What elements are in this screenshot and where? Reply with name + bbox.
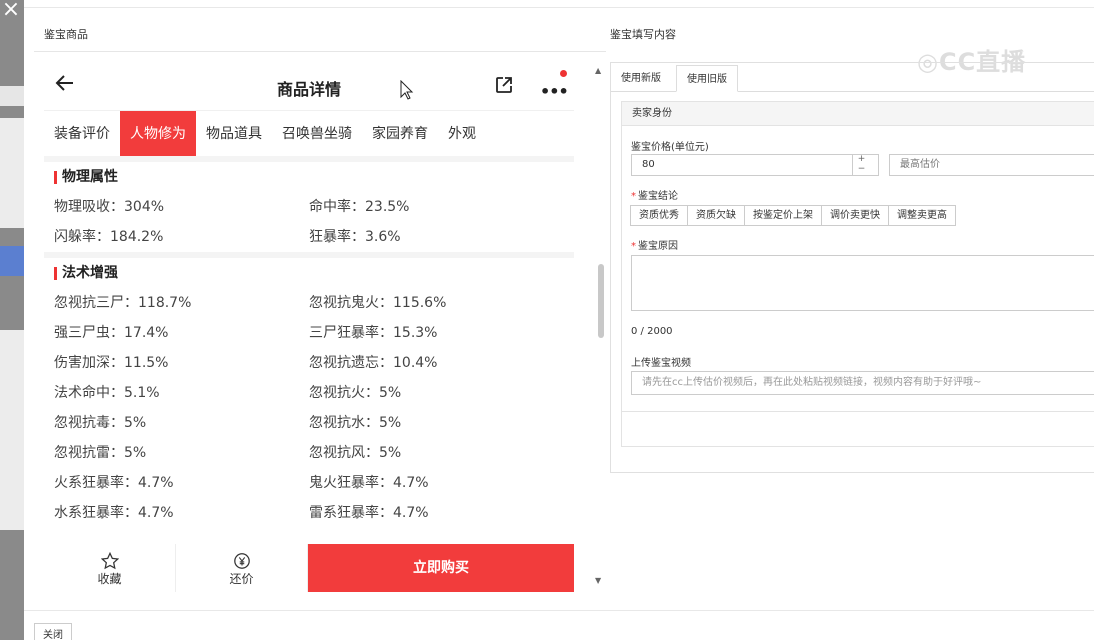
attribute-value: 水系狂暴率：4.7% xyxy=(54,505,174,521)
background-fragment xyxy=(0,86,24,106)
preview-header: 商品详情 ••• xyxy=(44,58,574,114)
mouse-cursor-icon xyxy=(400,80,414,100)
reason-textarea[interactable] xyxy=(631,255,1094,311)
attribute-value: 强三尸虫：17.4% xyxy=(54,325,169,341)
counter-offer-label: 还价 xyxy=(229,572,254,586)
attribute-value: 物理吸收：304% xyxy=(54,199,165,215)
video-label: 上传鉴宝视频 xyxy=(631,358,691,369)
category-tabs: 装备评价 人物修为 物品道具 召唤兽坐骑 家园养育 外观 xyxy=(44,110,574,157)
right-panel-title: 鉴宝填写内容 xyxy=(610,28,676,41)
attribute-row: 忽视抗毒：5% 忽视抗水：5% xyxy=(44,408,574,438)
counter-offer-button[interactable]: 还价 xyxy=(176,544,308,592)
scroll-down-icon[interactable]: ▼ xyxy=(595,576,601,585)
buy-now-button[interactable]: 立即购买 xyxy=(308,544,574,592)
notification-dot xyxy=(560,70,567,77)
share-icon[interactable] xyxy=(494,75,514,95)
attribute-value: 火系狂暴率：4.7% xyxy=(54,475,174,491)
conclusion-option-button[interactable]: 按鉴定价上架 xyxy=(744,205,822,226)
appraisal-form: 使用新版 使用旧版 卖家身份 鉴宝价格(单位元) 80 + − 最高估价 * 鉴宝结… xyxy=(610,62,1094,473)
modal-footer: 关闭 xyxy=(24,610,1094,640)
scroll-up-icon[interactable]: ▲ xyxy=(595,66,601,75)
attribute-value: 忽视抗毒：5% xyxy=(54,415,147,431)
conclusion-option-button[interactable]: 资质欠缺 xyxy=(687,205,745,226)
conclusion-option-button[interactable]: 资质优秀 xyxy=(630,205,688,226)
attribute-row: 伤害加深：11.5% 忽视抗遗忘：10.4% xyxy=(44,348,574,378)
background-fragment xyxy=(0,246,24,276)
section-heading-text: 物理属性 xyxy=(62,169,118,185)
tab-category[interactable]: 人物修为 xyxy=(120,111,196,157)
tab-category[interactable]: 物品道具 xyxy=(196,111,272,157)
attribute-row: 物理吸收：304% 命中率：23.5% xyxy=(44,192,574,222)
tab-category[interactable]: 召唤兽坐骑 xyxy=(272,111,362,157)
more-icon[interactable]: ••• xyxy=(540,82,569,101)
form-version-tabs: 使用新版 使用旧版 xyxy=(611,63,1094,92)
attribute-value: 忽视抗遗忘：10.4% xyxy=(309,355,438,371)
attribute-row: 水系狂暴率：4.7% 雷系狂暴率：4.7% xyxy=(44,498,574,528)
conclusion-label: * 鉴宝结论 xyxy=(631,187,678,202)
price-label: 鉴宝价格(单位元) xyxy=(631,142,709,153)
video-link-input[interactable]: 请先在cc上传估价视频后，再在此处粘贴视频链接，视频内容有助于好评哦~ xyxy=(631,371,1094,395)
attribute-value: 命中率：23.5% xyxy=(309,199,410,215)
section-heading: 物理属性 xyxy=(44,162,574,192)
attribute-row: 火系狂暴率：4.7% 鬼火狂暴率：4.7% xyxy=(44,468,574,498)
appraisal-modal: 鉴宝商品 鉴宝填写内容 商品详情 ••• 装备评价 人物修为 物品道具 召唤兽坐骑 家园… xyxy=(24,0,1094,640)
scrollbar[interactable]: ▲ ▼ xyxy=(595,58,606,598)
background-fragment xyxy=(0,330,24,530)
attribute-row: 忽视抗雷：5% 忽视抗风：5% xyxy=(44,438,574,468)
attribute-value: 闪躲率：184.2% xyxy=(54,229,164,245)
attribute-value: 忽视抗水：5% xyxy=(309,415,402,431)
close-button[interactable]: 关闭 xyxy=(34,623,72,640)
tab-new-version[interactable]: 使用新版 xyxy=(611,65,671,92)
attribute-row: 强三尸虫：17.4% 三尸狂暴率：15.3% xyxy=(44,318,574,348)
background-fragment xyxy=(0,118,24,228)
attribute-value: 伤害加深：11.5% xyxy=(54,355,169,371)
attribute-row: 法术命中：5.1% 忽视抗火：5% xyxy=(44,378,574,408)
tab-category[interactable]: 外观 xyxy=(438,111,486,157)
section-title: 卖家身份 xyxy=(622,102,1094,126)
star-icon xyxy=(100,552,119,570)
max-price-input[interactable]: 最高估价 xyxy=(889,154,1094,176)
attribute-value: 鬼火狂暴率：4.7% xyxy=(309,475,429,491)
conclusion-label-text: 鉴宝结论 xyxy=(638,191,678,202)
attribute-value: 雷系狂暴率：4.7% xyxy=(309,505,429,521)
attributes-content: 物理属性物理吸收：304% 命中率：23.5% 闪躲率：184.2% 狂暴率：3.6%… xyxy=(44,156,574,542)
tab-category[interactable]: 家园养育 xyxy=(362,111,438,157)
conclusion-option-button[interactable]: 调价卖更快 xyxy=(821,205,889,226)
attribute-value: 忽视抗三尸：118.7% xyxy=(54,295,192,311)
overlay-close-icon[interactable]: × xyxy=(0,0,22,22)
conclusion-options: 资质优秀 资质欠缺 按鉴定价上架 调价卖更快 调整卖更高 xyxy=(630,205,956,226)
attribute-value: 狂暴率：3.6% xyxy=(309,229,401,245)
required-mark: * xyxy=(631,191,636,202)
divider xyxy=(622,411,1094,412)
left-panel-title: 鉴宝商品 xyxy=(44,28,88,41)
attribute-row: 闪躲率：184.2% 狂暴率：3.6% xyxy=(44,222,574,252)
tab-category[interactable]: 装备评价 xyxy=(44,111,120,157)
char-counter: 0 / 2000 xyxy=(631,326,673,337)
conclusion-option-button[interactable]: 调整卖更高 xyxy=(888,205,956,226)
yen-coin-icon xyxy=(233,553,250,569)
tab-old-version[interactable]: 使用旧版 xyxy=(676,65,738,92)
section-heading-text: 法术增强 xyxy=(62,265,118,281)
attribute-value: 三尸狂暴率：15.3% xyxy=(309,325,438,341)
scroll-thumb[interactable] xyxy=(598,264,604,338)
price-stepper[interactable]: + − xyxy=(852,154,870,176)
required-mark: * xyxy=(631,241,636,252)
favorite-label: 收藏 xyxy=(97,572,122,586)
attribute-value: 忽视抗鬼火：115.6% xyxy=(309,295,447,311)
product-preview: 商品详情 ••• 装备评价 人物修为 物品道具 召唤兽坐骑 家园养育 外观 物理属性物理吸… xyxy=(44,58,606,598)
attribute-value: 忽视抗火：5% xyxy=(309,385,402,401)
favorite-button[interactable]: 收藏 xyxy=(44,544,176,592)
modal-topbar xyxy=(24,0,1094,8)
bottom-action-bar: 收藏 还价 立即购买 xyxy=(44,544,574,592)
seller-identity-panel: 卖家身份 鉴宝价格(单位元) 80 + − 最高估价 * 鉴宝结论 资质优秀 资质欠缺… xyxy=(621,101,1094,447)
attribute-value: 忽视抗风：5% xyxy=(309,445,402,461)
section-heading: 法术增强 xyxy=(44,258,574,288)
reason-label-text: 鉴宝原因 xyxy=(638,241,678,252)
price-input[interactable]: 80 xyxy=(631,154,879,176)
attribute-value: 忽视抗雷：5% xyxy=(54,445,147,461)
reason-label: * 鉴宝原因 xyxy=(631,237,678,252)
attribute-value: 法术命中：5.1% xyxy=(54,385,160,401)
attribute-row: 忽视抗三尸：118.7% 忽视抗鬼火：115.6% xyxy=(44,288,574,318)
divider xyxy=(34,51,606,52)
